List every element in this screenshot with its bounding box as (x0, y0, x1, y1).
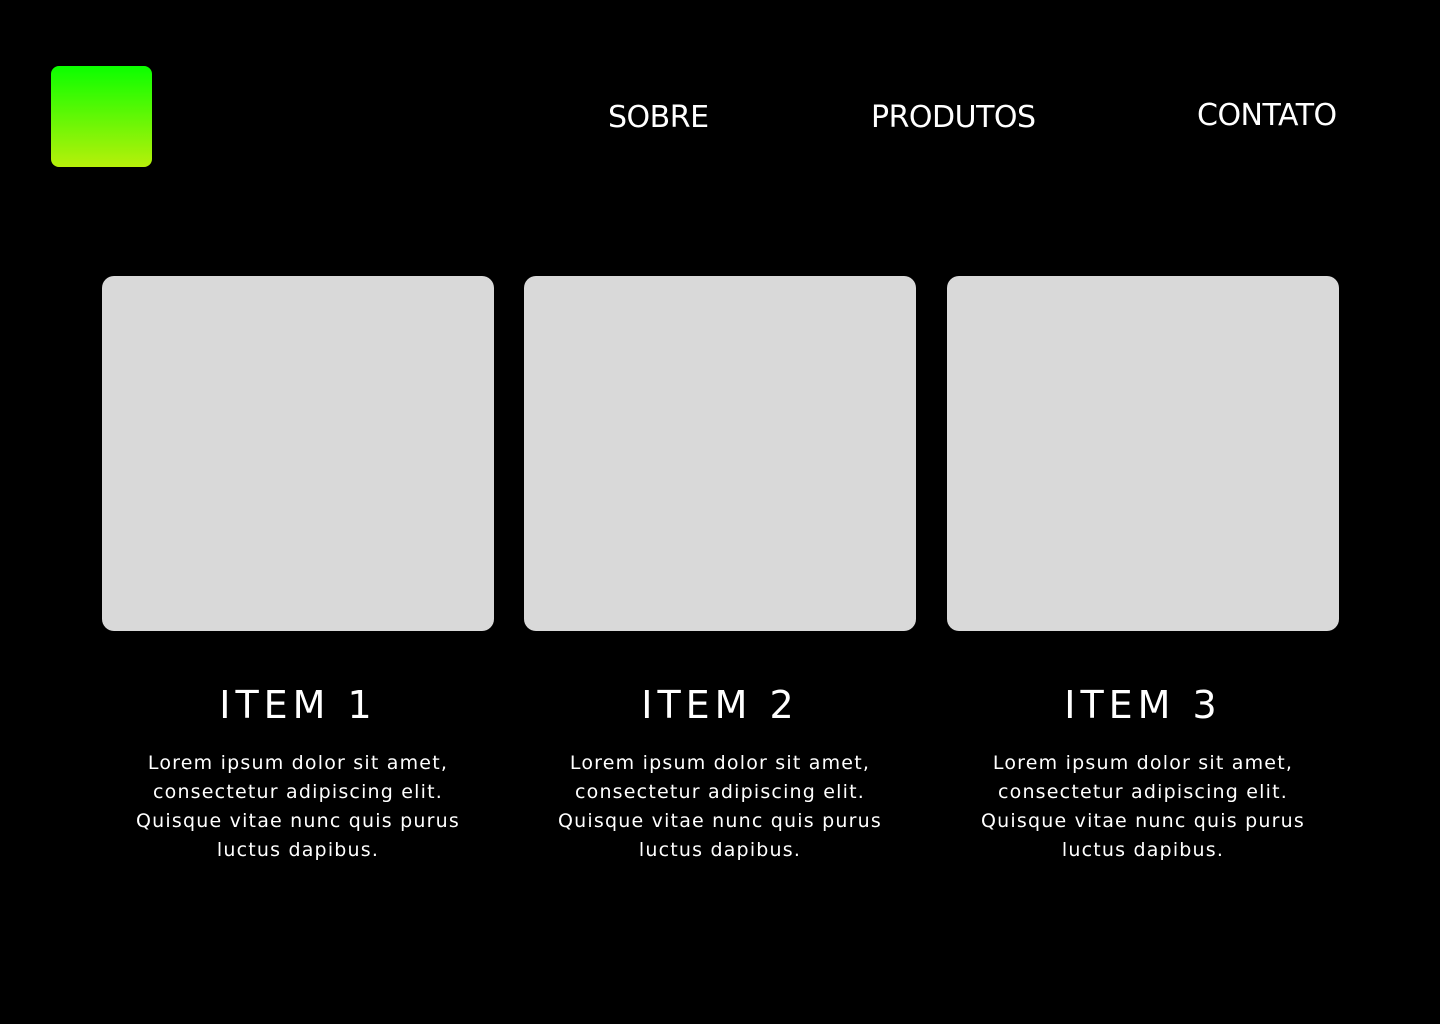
nav-link-produtos[interactable]: PRODUTOS (871, 100, 1036, 136)
item-title: ITEM 1 (219, 683, 377, 727)
item-description: Lorem ipsum dolor sit amet, consectetur … (981, 752, 1305, 861)
item-image-placeholder (947, 276, 1339, 631)
nav-link-contato[interactable]: CONTATO (1197, 98, 1337, 134)
item-title: ITEM 2 (641, 683, 799, 727)
item-image-placeholder (102, 276, 494, 631)
nav-link-sobre[interactable]: SOBRE (608, 100, 709, 136)
item-description: Lorem ipsum dolor sit amet, consectetur … (136, 752, 460, 861)
item-title: ITEM 3 (1064, 683, 1222, 727)
item-image-placeholder (524, 276, 916, 631)
item-card-3: ITEM 3 Lorem ipsum dolor sit amet, conse… (947, 276, 1339, 865)
item-card-1: ITEM 1 Lorem ipsum dolor sit amet, conse… (102, 276, 494, 865)
item-description: Lorem ipsum dolor sit amet, consectetur … (558, 752, 882, 861)
logo[interactable] (51, 66, 152, 167)
item-card-2: ITEM 2 Lorem ipsum dolor sit amet, conse… (524, 276, 916, 865)
